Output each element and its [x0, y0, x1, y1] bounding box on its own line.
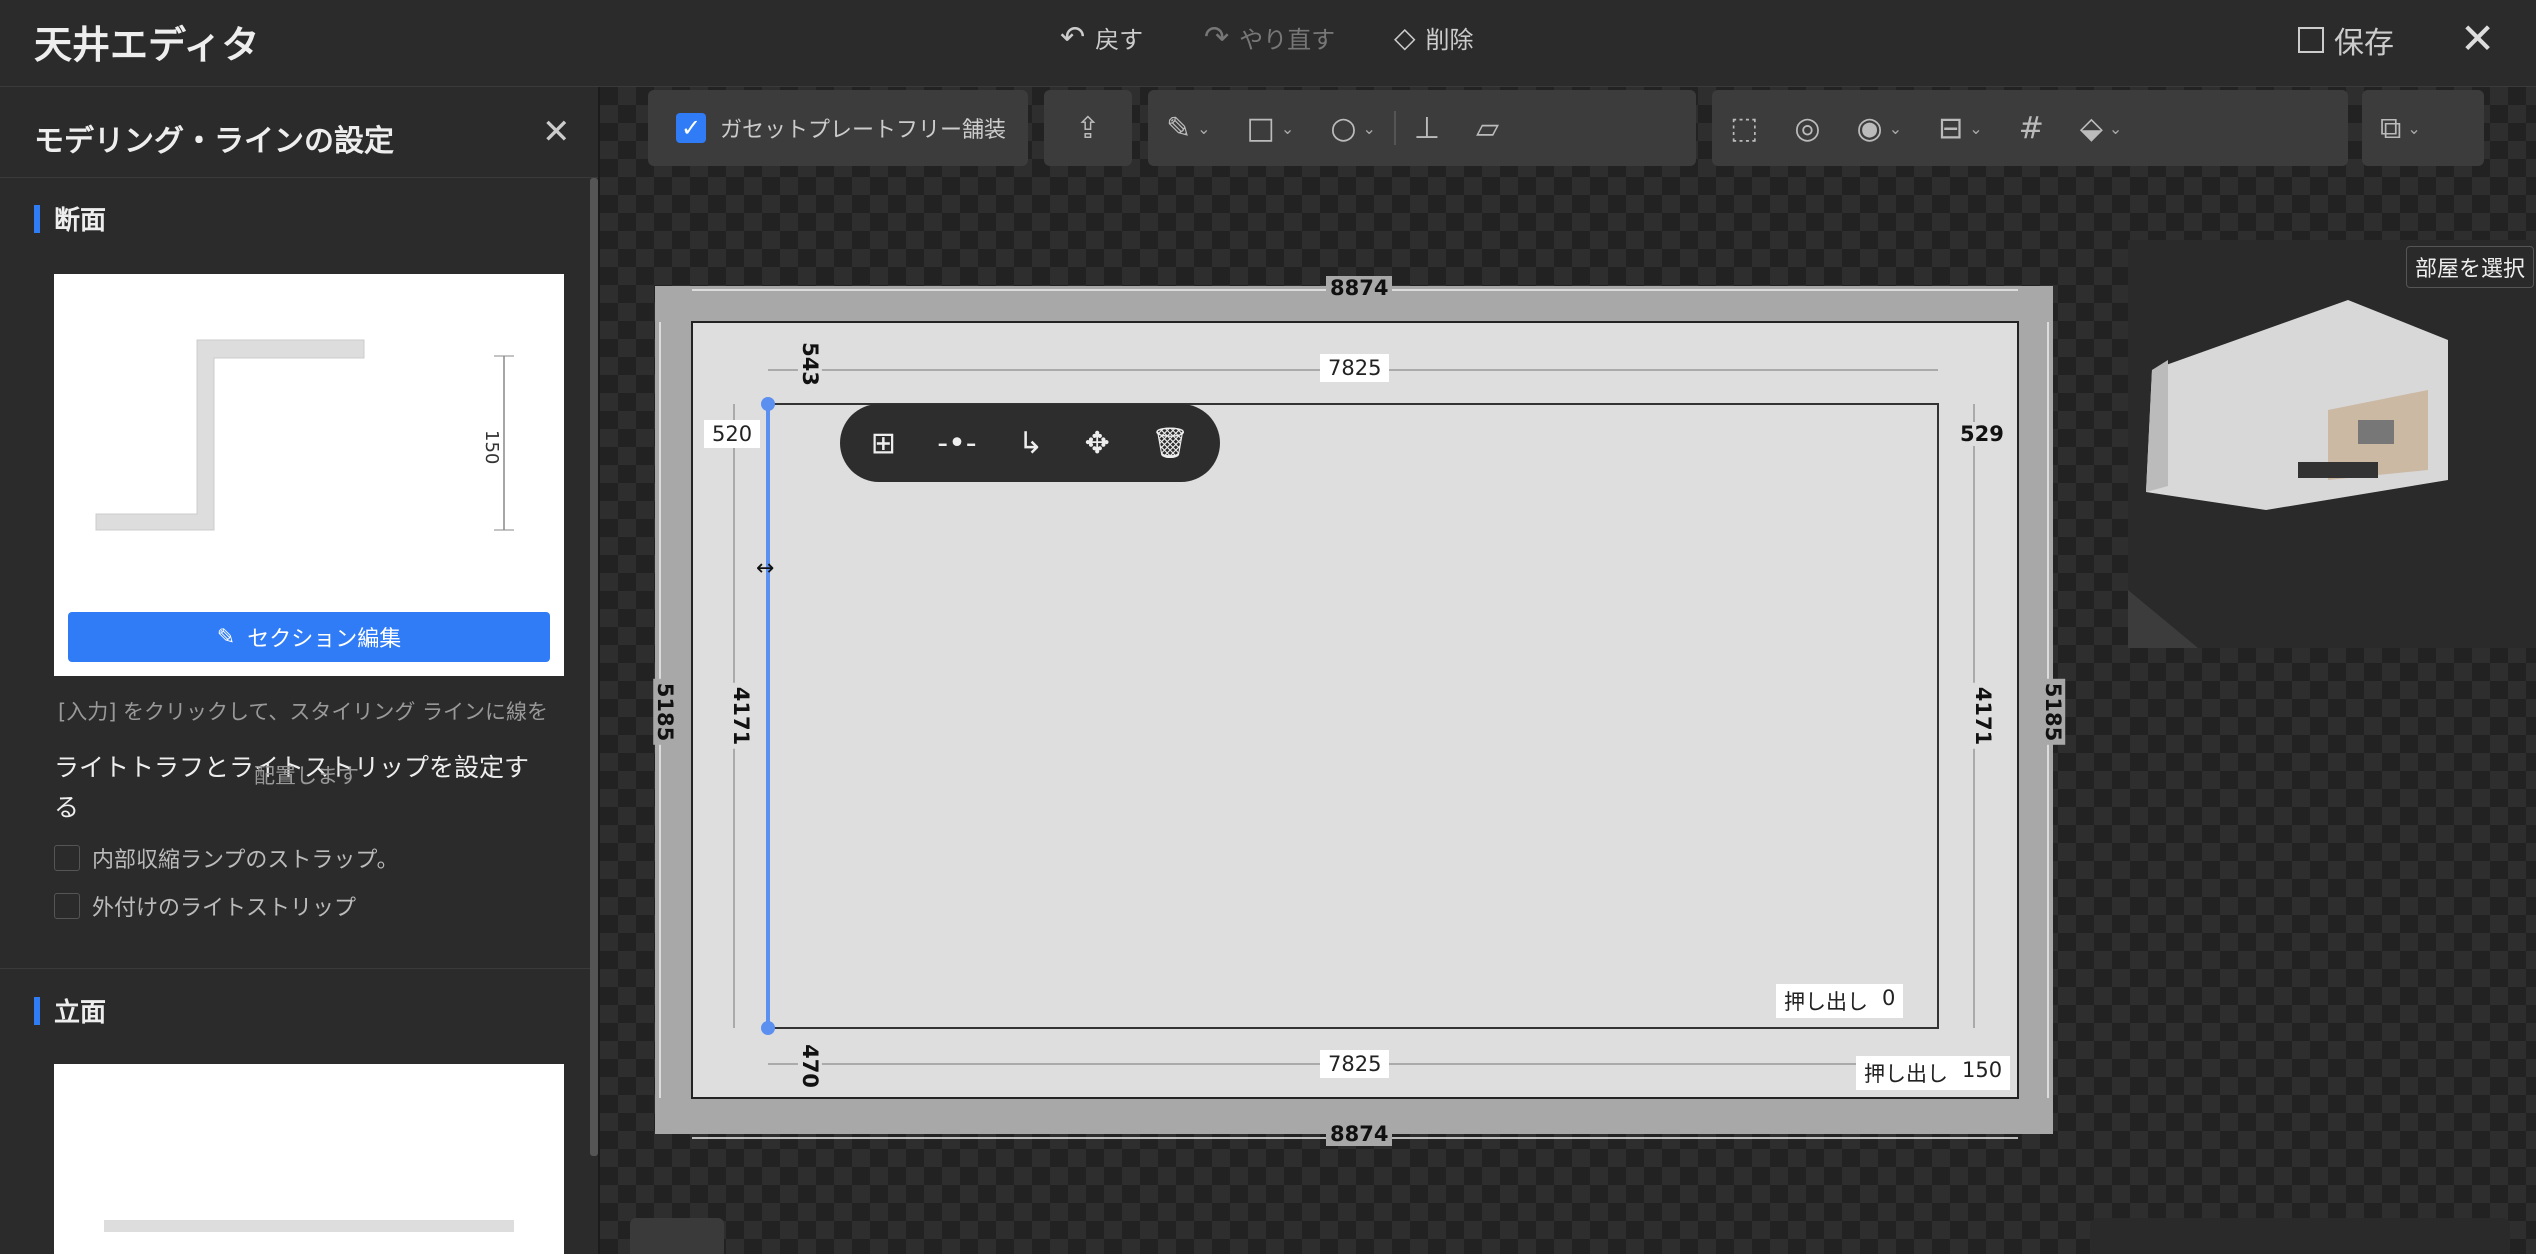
bottom-left-tool[interactable] [630, 1218, 724, 1254]
add-segment-icon[interactable]: ⊞ [871, 426, 896, 461]
resize-cursor-icon: ↔ [756, 556, 775, 581]
extrude-outer-value[interactable]: 150 [1962, 1058, 2002, 1088]
select-room-button[interactable]: 部屋を選択 [2406, 246, 2535, 288]
curve-icon[interactable]: ↳ [1018, 426, 1043, 461]
dim-inner-left: 4171 [729, 682, 754, 750]
extrude-outer[interactable]: 押し出し 150 [1856, 1056, 2011, 1090]
extrude-outer-label: 押し出し [1864, 1062, 1948, 1086]
room-render [2128, 300, 2448, 648]
zoom-controls[interactable] [2090, 1218, 2510, 1254]
dim-offset-right: 529 [1956, 422, 2008, 446]
line-action-bar: ⊞ -•- ↳ ✥ 🗑 [840, 404, 1220, 482]
dim-offset-left: 520 [704, 420, 761, 448]
dim-outer-left: 5185 [653, 678, 678, 746]
extrude-inner-label: 押し出し [1784, 990, 1868, 1014]
trash-icon[interactable]: 🗑 [1151, 426, 1189, 461]
extrude-inner[interactable]: 押し出し 0 [1776, 984, 1904, 1018]
dim-outer-right: 5185 [2041, 678, 2066, 746]
dim-offset-bottom: 470 [797, 1040, 822, 1092]
3d-preview[interactable] [2128, 240, 2536, 648]
extrude-inner-value[interactable]: 0 [1882, 986, 1895, 1016]
dim-inner-right: 4171 [1971, 682, 1996, 750]
split-point-icon[interactable]: -•- [937, 426, 976, 461]
dim-outer-bottom: 8874 [1326, 1122, 1393, 1146]
dim-inner-bottom: 7825 [1320, 1050, 1390, 1078]
dim-offset-top: 543 [797, 338, 822, 390]
dim-inner-top: 7825 [1320, 354, 1390, 382]
move-icon[interactable]: ✥ [1085, 426, 1110, 461]
dim-outer-top: 8874 [1326, 276, 1393, 300]
